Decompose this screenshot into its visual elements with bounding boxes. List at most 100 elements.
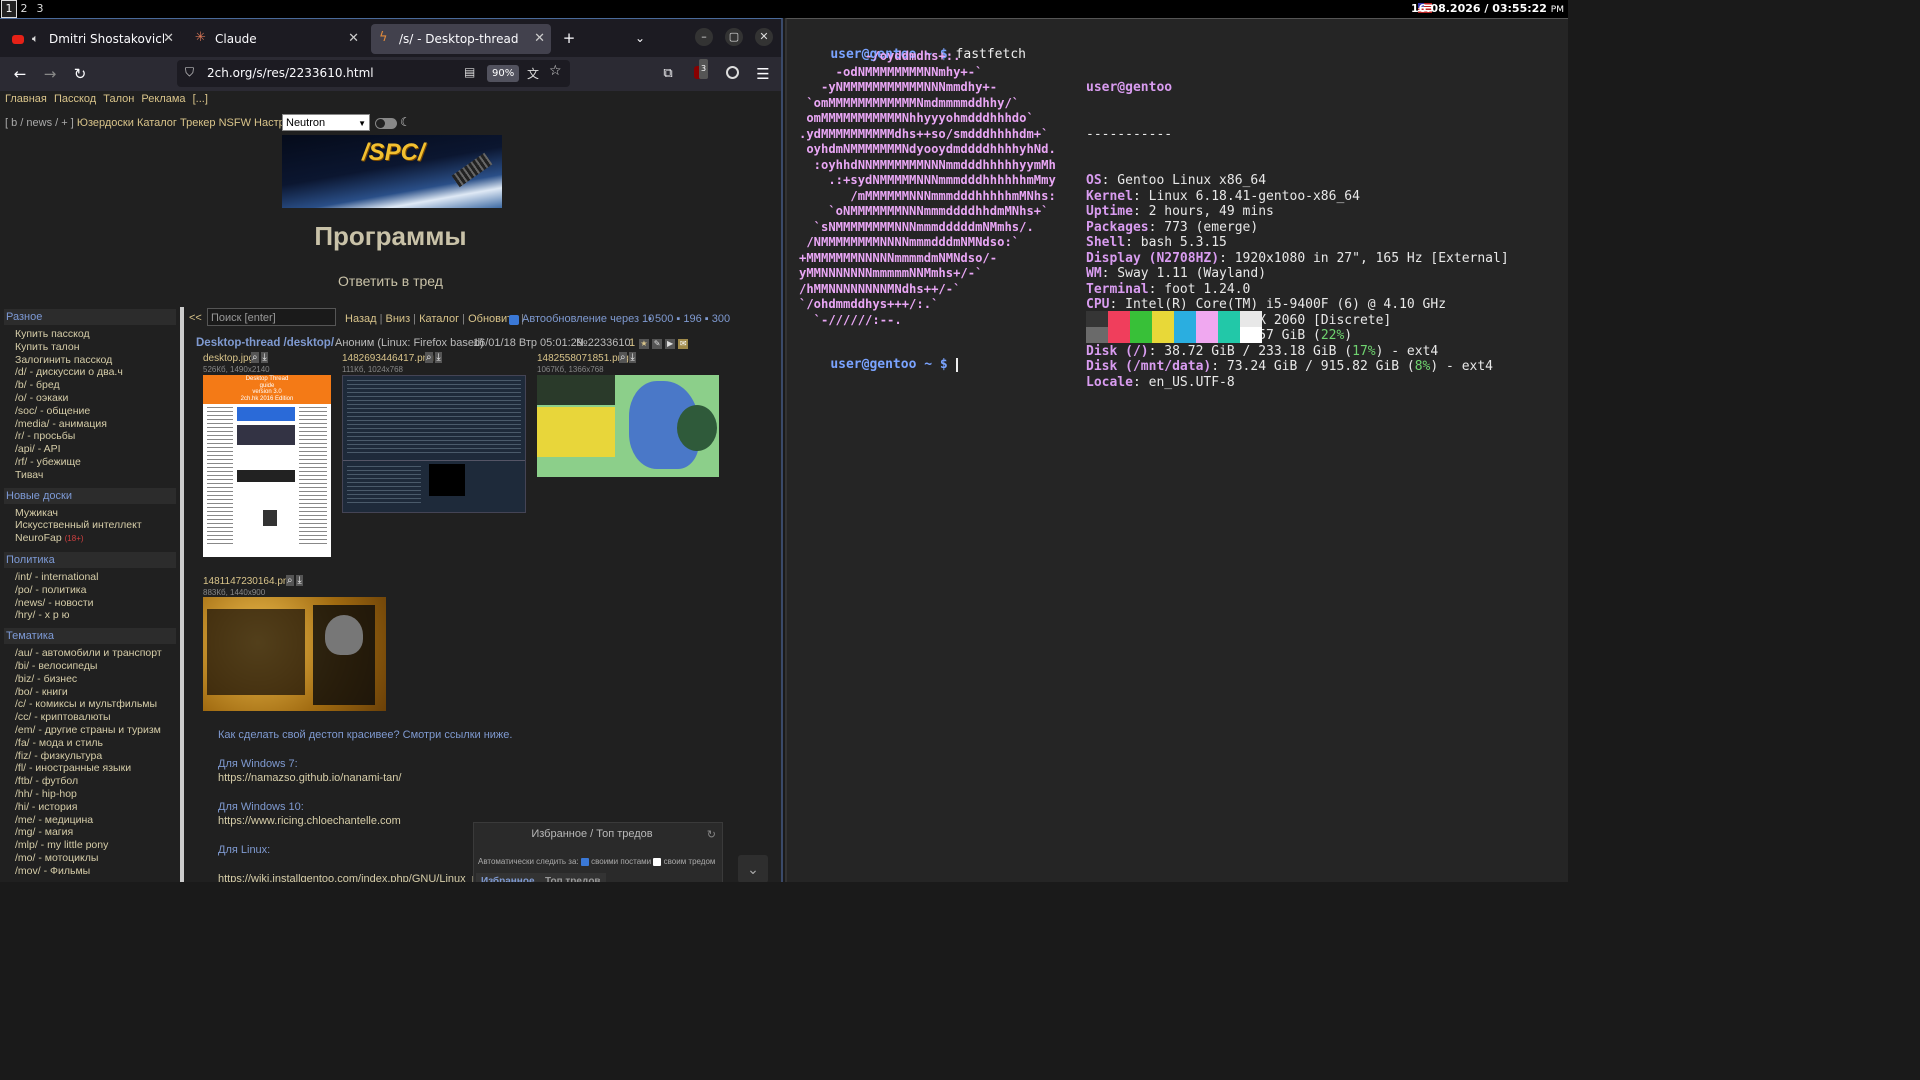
download-icon[interactable]: ⤓ xyxy=(629,352,636,363)
tab-2ch[interactable]: ϟ /s/ - Desktop-thread ✕ xyxy=(371,24,551,54)
sidebar-item[interactable]: /cc/ - криптовалюты xyxy=(4,711,176,724)
scroll-down-button[interactable]: ⌄ xyxy=(738,855,768,882)
thumbnail-terminal-screenshot[interactable] xyxy=(342,375,526,513)
sidebar-section-title[interactable]: Политика xyxy=(4,551,176,568)
sidebar-section-title[interactable]: Новые доски xyxy=(4,487,176,504)
workspace-2[interactable]: 2 xyxy=(17,1,31,17)
workspace-3[interactable]: 3 xyxy=(33,1,47,17)
refresh-icon[interactable]: ↻ xyxy=(707,828,716,841)
thumbnail-anime-wallpaper[interactable] xyxy=(537,375,719,477)
prompt-line[interactable]: user@gentoo ~ $ xyxy=(799,342,958,387)
shield-icon[interactable]: ⛉ xyxy=(185,65,194,80)
ublock-icon[interactable]: 3 xyxy=(690,59,710,84)
sidebar-item[interactable]: Искусственный интеллект xyxy=(4,519,176,532)
tab-favorites[interactable]: Избранное xyxy=(476,873,540,882)
url-bar[interactable]: ⛉ 2ch.org/s/res/2233610.html ▤ 90% 文 ☆ xyxy=(177,60,570,87)
sidebar-section-title[interactable]: Тематика xyxy=(4,628,176,645)
link-linux[interactable]: https://wiki.installgentoo.com/index.php… xyxy=(218,873,475,882)
sidebar-section-title[interactable]: Разное xyxy=(4,309,176,325)
new-tab-icon[interactable]: + xyxy=(559,28,579,48)
search-icon[interactable]: ⌕ xyxy=(251,352,259,363)
download-icon[interactable]: ⤓ xyxy=(261,352,268,363)
file-name[interactable]: 1482693446417.png xyxy=(342,353,434,364)
nav-passcode-link[interactable]: Пасскод xyxy=(54,93,96,105)
search-icon[interactable]: ⌕ xyxy=(619,352,627,363)
reader-view-icon[interactable]: ▤ xyxy=(464,65,475,79)
download-icon[interactable]: ⤓ xyxy=(435,352,442,363)
bookmark-star-icon[interactable]: ☆ xyxy=(549,63,562,79)
hamburger-menu-icon[interactable]: ☰ xyxy=(753,64,773,84)
sidebar-item[interactable]: /rf/ - убежище xyxy=(4,456,176,469)
terminal-window[interactable]: user@gentoo ~ $ fastfetch -/oyddmdhs+:. … xyxy=(785,18,1568,882)
star-icon[interactable]: ★ xyxy=(639,339,649,349)
board-banner[interactable]: /SPC/ xyxy=(282,135,502,208)
link-windows7[interactable]: https://namazso.github.io/nanami-tan/ xyxy=(218,772,401,784)
sidebar-item[interactable]: Тивач xyxy=(4,469,176,482)
nav-ads-link[interactable]: Реклама xyxy=(141,93,185,105)
down-link[interactable]: Вниз xyxy=(386,313,411,325)
link-windows10[interactable]: https://www.ricing.chloechantelle.com xyxy=(218,815,401,827)
sidebar-item[interactable]: /fiz/ - физкультура xyxy=(4,750,176,763)
style-select[interactable]: Neutron ▼ xyxy=(282,114,370,131)
url-text[interactable]: 2ch.org/s/res/2233610.html xyxy=(207,60,374,87)
nav-talon-link[interactable]: Талон xyxy=(103,93,134,105)
workspace-1[interactable]: 1 xyxy=(1,0,17,18)
sidebar-item[interactable]: Купить пасскод xyxy=(4,328,176,341)
sidebar-item[interactable]: /r/ - просьбы xyxy=(4,430,176,443)
sidebar-item[interactable]: Залогинить пасскод xyxy=(4,354,176,367)
board-shortcuts[interactable]: [ b / news / + ] xyxy=(5,117,74,129)
back-arrow-icon[interactable]: ← xyxy=(10,64,30,84)
forward-arrow-icon[interactable]: → xyxy=(40,64,60,84)
sidebar-item[interactable]: /int/ - international xyxy=(4,571,176,584)
file-name[interactable]: 1482558071851.png xyxy=(537,353,629,364)
close-window-icon[interactable]: ✕ xyxy=(755,28,773,46)
autoupdate-checkbox[interactable] xyxy=(509,315,519,325)
sidebar-item[interactable]: /ftb/ - футбол xyxy=(4,775,176,788)
tab-top-threads[interactable]: Топ тредов xyxy=(540,873,606,882)
sidebar-item[interactable]: /me/ - медицина xyxy=(4,814,176,827)
file-name[interactable]: desktop.jpg xyxy=(203,353,254,364)
play-icon[interactable]: ▶ xyxy=(665,339,676,349)
sidebar-item[interactable]: /po/ - политика xyxy=(4,584,176,597)
sidebar-item[interactable]: /c/ - комиксы и мультфильмы xyxy=(4,698,176,711)
back-link[interactable]: Назад xyxy=(345,313,377,325)
sidebar-item[interactable]: /em/ - другие страны и туризм xyxy=(4,724,176,737)
sidebar-item[interactable]: Мужикач xyxy=(4,507,176,520)
sidebar-item[interactable]: /hh/ - hip-hop xyxy=(4,788,176,801)
sidebar-item[interactable]: /d/ - дискуссии о два.ч xyxy=(4,366,176,379)
nav-home-link[interactable]: Главная xyxy=(5,93,47,105)
theme-toggle[interactable] xyxy=(375,118,397,129)
sidebar-item[interactable]: /api/ - API xyxy=(4,443,176,456)
close-tab-icon[interactable]: ✕ xyxy=(163,24,174,54)
file-name[interactable]: 1481147230164.png xyxy=(203,576,294,587)
nsfw-link[interactable]: NSFW xyxy=(219,117,251,129)
mail-icon[interactable]: ✉ xyxy=(678,339,689,349)
zoom-level[interactable]: 90% xyxy=(487,65,520,82)
favorites-title[interactable]: Избранное / Топ тредов xyxy=(474,828,710,840)
sidebar-item[interactable]: /mlp/ - my little pony xyxy=(4,839,176,852)
collapse-sidebar-link[interactable]: << xyxy=(189,312,202,324)
sidebar-item[interactable]: /mov/ - Фильмы xyxy=(4,865,176,878)
post-number[interactable]: №2233610 xyxy=(576,337,631,349)
sidebar-item[interactable]: /hi/ - история xyxy=(4,801,176,814)
tracker-link[interactable]: Трекер xyxy=(180,117,216,129)
sidebar-item[interactable]: NeuroFap (18+) xyxy=(4,532,176,546)
sidebar-item[interactable]: /media/ - анимация xyxy=(4,418,176,431)
sidebar-item[interactable]: /au/ - автомобили и транспорт xyxy=(4,647,176,660)
tab-claude[interactable]: ✳ Claude ✕ xyxy=(187,24,365,54)
sidebar-item[interactable]: /biz/ - бизнес xyxy=(4,673,176,686)
tab-list-chevron-icon[interactable]: ⌄ xyxy=(630,28,650,48)
catalog-link[interactable]: Каталог xyxy=(137,117,177,129)
thumbnail-gold-desktop[interactable] xyxy=(203,597,386,711)
search-input[interactable]: Поиск [enter] xyxy=(207,308,336,326)
catalog-thread-link[interactable]: Каталог xyxy=(419,313,459,325)
speaker-icon[interactable]: 🔈︎ xyxy=(32,24,39,54)
minimize-icon[interactable]: – xyxy=(695,28,713,46)
download-icon[interactable]: ⤓ xyxy=(296,575,303,586)
tab-youtube[interactable]: 🔈︎ Dmitri Shostakovich - W ✕ xyxy=(4,24,180,54)
userboards-link[interactable]: Юзердоски xyxy=(77,117,134,129)
sidebar-item[interactable]: /o/ - оэкаки xyxy=(4,392,176,405)
close-tab-icon[interactable]: ✕ xyxy=(534,24,545,54)
search-icon[interactable]: ⌕ xyxy=(286,575,294,586)
sidebar-item[interactable]: /soc/ - общение xyxy=(4,405,176,418)
